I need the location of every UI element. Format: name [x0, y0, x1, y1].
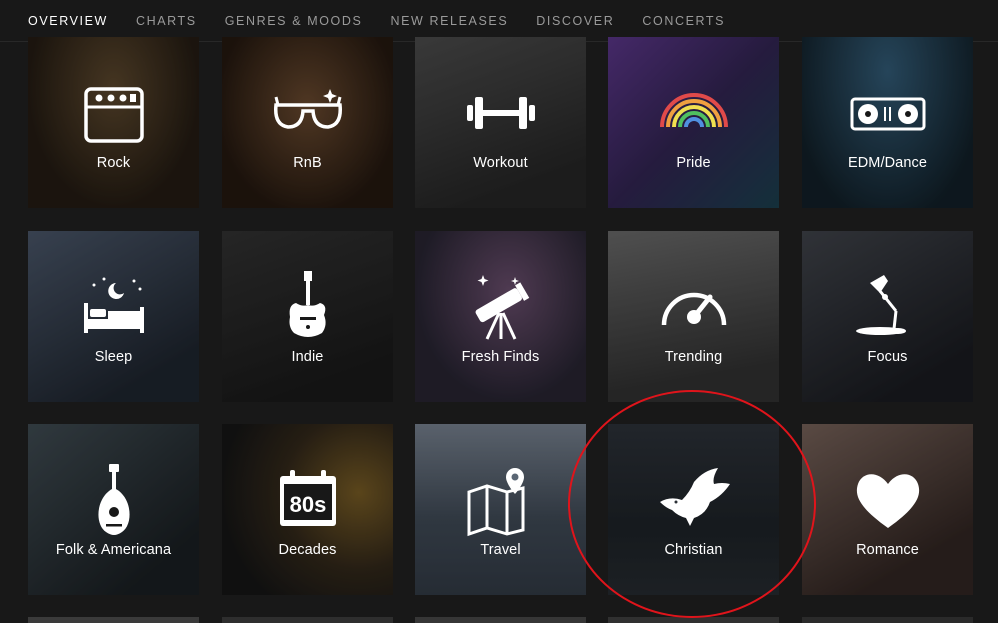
genre-tile-fresh-finds[interactable]: Fresh Finds [415, 231, 586, 402]
genre-tile-focus[interactable]: Focus [802, 231, 973, 402]
dove-icon [656, 462, 732, 538]
browse-tabs: OVERVIEW CHARTS GENRES & MOODS NEW RELEA… [0, 0, 998, 43]
gauge-icon [656, 269, 732, 345]
amplifier-icon [76, 75, 152, 151]
genre-label: EDM/Dance [847, 155, 928, 171]
rainbow-icon [656, 75, 732, 151]
genre-label: Sleep [94, 349, 133, 365]
genre-label: Decades [278, 542, 337, 558]
bed-icon [76, 269, 152, 345]
dumbbell-icon [463, 75, 539, 151]
genre-tile-decades[interactable]: 80s Decades [222, 424, 393, 595]
genre-label: Folk & Americana [55, 542, 172, 558]
tab-genres-moods[interactable]: GENRES & MOODS [225, 0, 363, 42]
genre-tile-partial[interactable] [802, 617, 973, 623]
genre-tile-edm-dance[interactable]: EDM/Dance [802, 37, 973, 208]
svg-text:80s: 80s [289, 492, 326, 517]
genre-tile-partial[interactable] [222, 617, 393, 623]
guitar-icon [270, 269, 346, 345]
tab-discover[interactable]: DISCOVER [536, 0, 614, 42]
genre-tile-rnb[interactable]: RnB [222, 37, 393, 208]
genre-label: Indie [291, 349, 324, 365]
genre-tile-christian[interactable]: Christian [608, 424, 779, 595]
genre-tile-folk-americana[interactable]: Folk & Americana [28, 424, 199, 595]
tab-concerts[interactable]: CONCERTS [642, 0, 725, 42]
genre-tile-sleep[interactable]: Sleep [28, 231, 199, 402]
genre-label: Christian [664, 542, 723, 558]
map-pin-icon [463, 462, 539, 538]
genre-label: Romance [856, 542, 919, 558]
genre-label: Pride [676, 155, 711, 171]
browse-view: OVERVIEW CHARTS GENRES & MOODS NEW RELEA… [0, 0, 998, 623]
mandolin-icon [76, 462, 152, 538]
heart-icon [850, 462, 926, 538]
genre-label: RnB [293, 155, 322, 171]
turntables-icon [850, 75, 926, 151]
genre-tile-travel[interactable]: Travel [415, 424, 586, 595]
genre-label: Trending [664, 349, 723, 365]
genre-label: Fresh Finds [461, 349, 540, 365]
genre-tile-partial[interactable] [608, 617, 779, 623]
genre-label: Travel [480, 542, 521, 558]
tab-overview[interactable]: OVERVIEW [28, 0, 108, 43]
genre-tile-pride[interactable]: Pride [608, 37, 779, 208]
sunglasses-icon [270, 75, 346, 151]
calendar-80s-icon: 80s [270, 462, 346, 538]
genre-label: Focus [867, 349, 908, 365]
telescope-icon [463, 269, 539, 345]
genre-label: Rock [96, 155, 131, 171]
genre-tile-romance[interactable]: Romance [802, 424, 973, 595]
genre-label: Workout [473, 155, 528, 171]
tab-new-releases[interactable]: NEW RELEASES [390, 0, 508, 42]
genre-tile-trending[interactable]: Trending [608, 231, 779, 402]
desk-lamp-icon [850, 269, 926, 345]
genre-tile-indie[interactable]: Indie [222, 231, 393, 402]
genre-tile-rock[interactable]: Rock [28, 37, 199, 208]
genre-tile-partial[interactable] [415, 617, 586, 623]
genre-tile-partial[interactable] [28, 617, 199, 623]
tab-charts[interactable]: CHARTS [136, 0, 197, 42]
genre-tile-workout[interactable]: Workout [415, 37, 586, 208]
